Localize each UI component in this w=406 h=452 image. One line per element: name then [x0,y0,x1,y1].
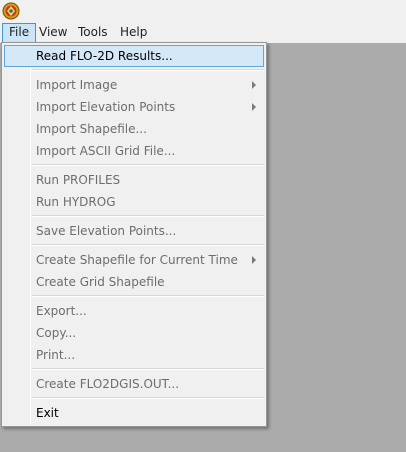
menu-item-label: Create Shapefile for Current Time [36,253,238,267]
submenu-arrow-icon [252,81,256,89]
menu-item-run-profiles[interactable]: Run PROFILES [4,169,264,191]
submenu-arrow-icon [252,103,256,111]
menu-file[interactable]: File [2,23,37,43]
menu-item-import-shapefile[interactable]: Import Shapefile... [4,118,264,140]
menu-item-read-flo2d-results[interactable]: Read FLO-2D Results... [4,45,264,67]
menu-item-copy[interactable]: Copy... [4,322,264,344]
menu-item-label: Create Grid Shapefile [36,275,165,289]
title-bar [0,0,406,22]
menu-separator [32,368,264,370]
menu-item-label: Save Elevation Points... [36,224,177,238]
menu-item-label: Run PROFILES [36,173,121,187]
menu-item-label: Print... [36,348,76,362]
menu-item-label: Import ASCII Grid File... [36,144,176,158]
menu-item-exit[interactable]: Exit [4,402,264,424]
menu-separator [32,69,264,71]
menu-item-create-shapefile-current-time[interactable]: Create Shapefile for Current Time [4,249,264,271]
menu-item-label: Run HYDROG [36,195,116,209]
menu-tools[interactable]: Tools [72,23,114,43]
menu-item-label: Exit [36,406,59,420]
menu-item-create-flo2dgis-out[interactable]: Create FLO2DGIS.OUT... [4,373,264,395]
menu-item-save-elevation-points[interactable]: Save Elevation Points... [4,220,264,242]
menu-item-label: Import Elevation Points [36,100,176,114]
menu-bar: File View Tools Help [0,22,406,43]
menu-item-import-elevation-points[interactable]: Import Elevation Points [4,96,264,118]
file-dropdown-menu: Read FLO-2D Results... Import Image Impo… [1,42,267,427]
menu-item-label: Import Image [36,78,118,92]
menu-separator [32,295,264,297]
menu-separator [32,397,264,399]
menu-separator [32,244,264,246]
menu-item-label: Import Shapefile... [36,122,147,136]
menu-item-import-image[interactable]: Import Image [4,74,264,96]
menu-item-run-hydrog[interactable]: Run HYDROG [4,191,264,213]
menu-item-label: Read FLO-2D Results... [36,49,173,63]
menu-separator [32,164,264,166]
menu-item-label: Export... [36,304,87,318]
menu-separator [32,215,264,217]
submenu-arrow-icon [252,256,256,264]
menu-item-label: Copy... [36,326,77,340]
menu-item-export[interactable]: Export... [4,300,264,322]
menu-help[interactable]: Help [114,23,153,43]
app-icon[interactable] [2,2,20,20]
menu-item-print[interactable]: Print... [4,344,264,366]
menu-item-create-grid-shapefile[interactable]: Create Grid Shapefile [4,271,264,293]
menu-view[interactable]: View [33,23,73,43]
menu-item-import-ascii-grid[interactable]: Import ASCII Grid File... [4,140,264,162]
menu-item-label: Create FLO2DGIS.OUT... [36,377,180,391]
